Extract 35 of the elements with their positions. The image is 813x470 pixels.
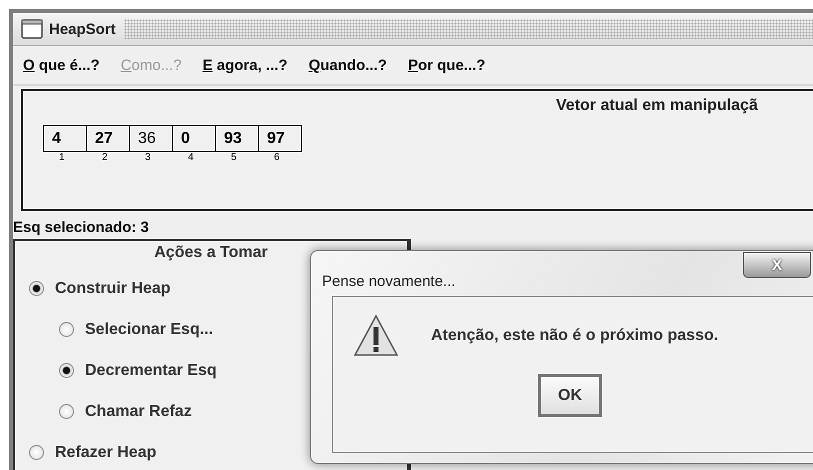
array-cell: 36 bbox=[129, 125, 173, 152]
menu-item[interactable]: Por que...? bbox=[408, 56, 486, 74]
dialog-message: Atenção, este não é o próximo passo. bbox=[431, 327, 718, 345]
index-label: 5 bbox=[230, 152, 238, 164]
index-label: 4 bbox=[187, 152, 195, 164]
window-title: HeapSort bbox=[49, 20, 116, 38]
panel-heading: Vetor atual em manipulaçã bbox=[555, 96, 759, 115]
radio-button[interactable] bbox=[29, 445, 44, 460]
array-cell: 97 bbox=[258, 125, 302, 152]
array-cell: 0 bbox=[172, 125, 216, 152]
warning-icon bbox=[353, 314, 399, 358]
radio-label: Refazer Heap bbox=[55, 444, 156, 462]
index-label: 1 bbox=[58, 152, 66, 164]
radio-label: Selecionar Esq... bbox=[85, 320, 214, 338]
array-cell: 27 bbox=[86, 125, 130, 152]
radio-button[interactable] bbox=[59, 404, 74, 419]
radio-button[interactable] bbox=[59, 322, 74, 337]
index-label: 6 bbox=[273, 152, 281, 164]
window-icon bbox=[21, 19, 43, 39]
radio-label: Chamar Refaz bbox=[85, 402, 192, 420]
index-label: 2 bbox=[101, 152, 109, 164]
array-cell: 93 bbox=[215, 125, 259, 152]
panel-title: Ações a Tomar bbox=[153, 243, 269, 263]
menu-item[interactable]: O que é...? bbox=[23, 56, 100, 74]
array-cell: 4 bbox=[43, 125, 87, 152]
menu-item[interactable]: Quando...? bbox=[308, 56, 387, 74]
radio-label: Decrementar Esq bbox=[85, 362, 217, 380]
status-label: Esq selecionado: 3 bbox=[13, 218, 150, 238]
dialog-title: Pense novamente... bbox=[322, 273, 456, 290]
radio-label: Construir Heap bbox=[55, 280, 171, 298]
ok-button[interactable]: OK bbox=[538, 374, 602, 417]
radio-button[interactable] bbox=[59, 363, 74, 378]
menu-item[interactable]: E agora, ...? bbox=[202, 56, 288, 74]
index-label: 3 bbox=[144, 152, 152, 164]
radio-button[interactable] bbox=[29, 281, 44, 296]
